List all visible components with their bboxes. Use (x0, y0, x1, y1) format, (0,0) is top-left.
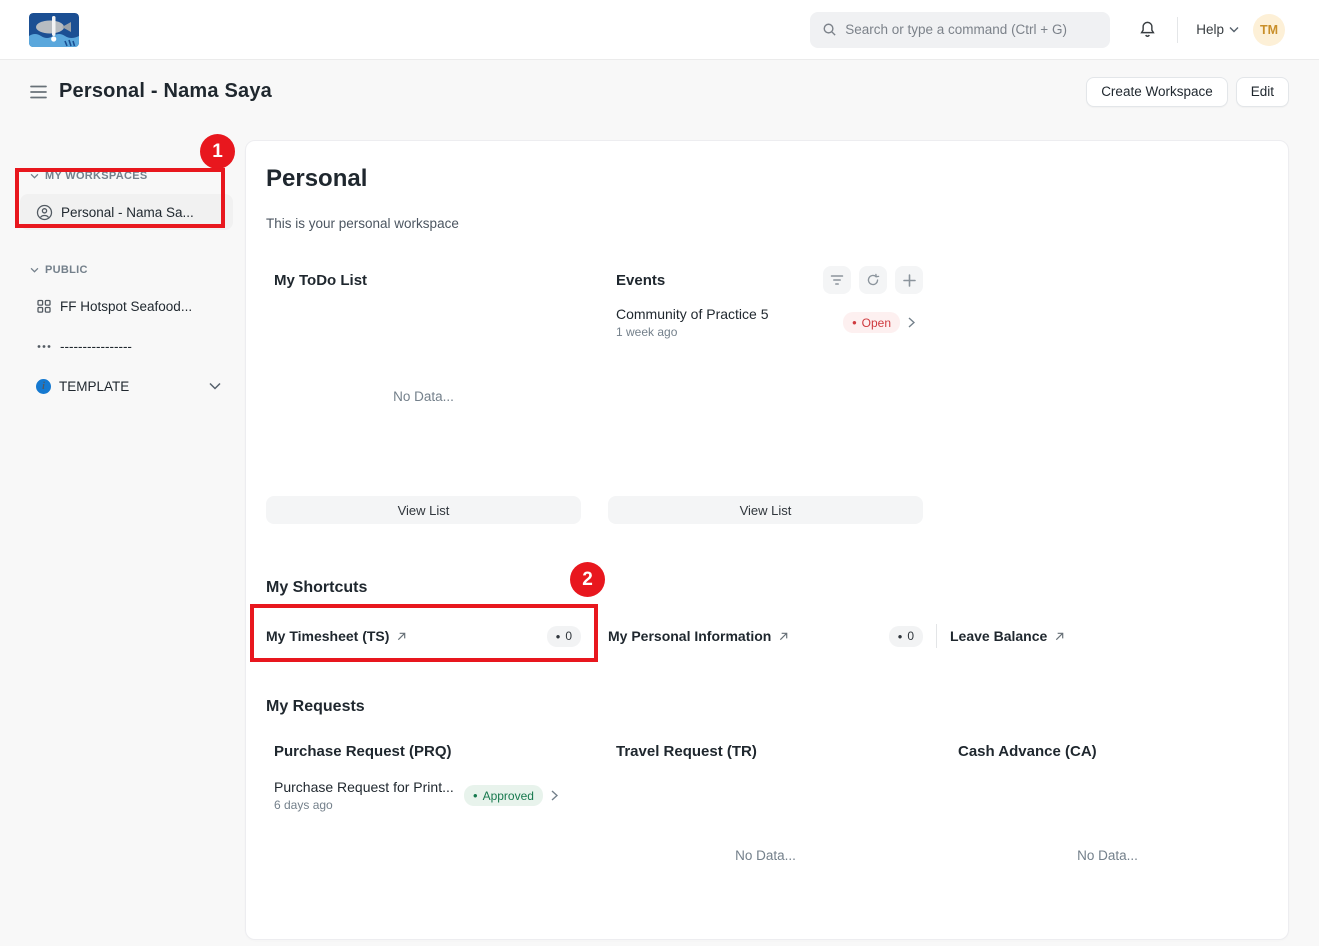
travel-request-empty-text: No Data... (735, 848, 796, 863)
sidebar-section-my-workspaces[interactable]: MY WORKSPACES (20, 170, 233, 182)
plus-icon[interactable] (895, 266, 923, 294)
sidebar-item-label: TEMPLATE (59, 379, 129, 394)
requests-title: My Requests (266, 698, 1268, 716)
chevron-right-icon[interactable] (908, 317, 915, 328)
arrow-up-right-icon (396, 631, 407, 642)
shortcuts-section: My Shortcuts My Timesheet (TS) 0 My Pers… (266, 579, 1268, 651)
status-badge-open: Open (843, 312, 900, 333)
shortcut-divider (594, 624, 595, 648)
todo-card-title: My ToDo List (274, 272, 367, 289)
refresh-icon[interactable] (859, 266, 887, 294)
workspace-main: Personal This is your personal workspace… (245, 140, 1289, 940)
cash-advance-empty-text: No Data... (1077, 848, 1138, 863)
events-view-list-button[interactable]: View List (608, 496, 923, 524)
requests-section: My Requests Purchase Request (PRQ) Purch… (266, 698, 1268, 910)
chevron-down-icon (30, 267, 39, 273)
cash-advance-card: Cash Advance (CA) No Data... (950, 743, 1265, 910)
shortcut-my-timesheet[interactable]: My Timesheet (TS) 0 (266, 621, 581, 651)
chevron-right-icon[interactable] (551, 790, 558, 801)
event-title: Community of Practice 5 (616, 306, 843, 322)
user-circle-icon (36, 204, 53, 221)
search-input[interactable] (845, 22, 1098, 37)
info-icon: i (36, 379, 51, 394)
page-title: Personal - Nama Saya (59, 80, 272, 103)
todo-view-list-button[interactable]: View List (266, 496, 581, 524)
count-badge: 0 (889, 626, 923, 647)
navbar: Help TM (0, 0, 1319, 60)
search-icon (822, 22, 837, 37)
event-list-item[interactable]: Community of Practice 5 1 week ago Open (616, 306, 915, 339)
shortcut-divider (936, 624, 937, 648)
todo-card: My ToDo List No Data... View List (266, 264, 581, 524)
app-logo-icon[interactable] (29, 13, 79, 47)
sidebar-toggle-icon[interactable] (30, 85, 47, 99)
cash-advance-card-title: Cash Advance (CA) (950, 743, 1265, 760)
filter-icon[interactable] (823, 266, 851, 294)
shortcuts-title: My Shortcuts (266, 579, 1268, 597)
navbar-divider (1177, 17, 1178, 43)
purchase-request-card-title: Purchase Request (PRQ) (266, 743, 581, 760)
events-card-title: Events (616, 272, 665, 289)
help-menu[interactable]: Help (1196, 22, 1239, 37)
notification-bell-icon[interactable] (1138, 20, 1157, 39)
chevron-down-icon (1229, 26, 1239, 33)
ellipsis-icon (36, 338, 52, 354)
user-avatar[interactable]: TM (1253, 14, 1285, 46)
status-badge-approved: Approved (464, 785, 543, 806)
request-timestamp: 6 days ago (274, 798, 464, 812)
edit-button[interactable]: Edit (1236, 77, 1289, 107)
workspace-title: Personal (266, 165, 1268, 193)
purchase-request-list-item[interactable]: Purchase Request for Print... 6 days ago… (274, 779, 573, 812)
help-label: Help (1196, 22, 1224, 37)
sidebar-item-ff-hotspot-seafood[interactable]: FF Hotspot Seafood... (20, 288, 233, 324)
event-timestamp: 1 week ago (616, 325, 843, 339)
sidebar-item-label: ---------------- (60, 339, 132, 354)
chevron-down-icon[interactable] (209, 382, 221, 390)
empty-card-slot (950, 264, 1265, 524)
todo-empty-text: No Data... (393, 389, 454, 404)
arrow-up-right-icon (1054, 631, 1065, 642)
sidebar: MY WORKSPACES Personal - Nama Sa... (0, 140, 245, 408)
sidebar-item-label: Personal - Nama Sa... (61, 205, 194, 220)
content-area: MY WORKSPACES Personal - Nama Sa... (0, 140, 1319, 940)
sidebar-item-dashes[interactable]: ---------------- (20, 328, 233, 364)
events-card: Events (608, 264, 923, 524)
sidebar-item-template[interactable]: i TEMPLATE (20, 368, 233, 404)
request-title: Purchase Request for Print... (274, 779, 464, 795)
create-workspace-button[interactable]: Create Workspace (1086, 77, 1228, 107)
shortcut-my-personal-information[interactable]: My Personal Information 0 (608, 621, 923, 651)
sidebar-item-personal-workspace[interactable]: Personal - Nama Sa... (20, 194, 233, 230)
count-badge: 0 (547, 626, 581, 647)
chevron-down-icon (30, 173, 39, 179)
global-search[interactable] (810, 12, 1110, 48)
workspace-subtitle: This is your personal workspace (266, 216, 1268, 231)
purchase-request-card: Purchase Request (PRQ) Purchase Request … (266, 743, 581, 910)
grid-icon (36, 298, 52, 314)
sidebar-section-public[interactable]: PUBLIC (20, 264, 233, 276)
travel-request-card: Travel Request (TR) No Data... (608, 743, 923, 910)
travel-request-card-title: Travel Request (TR) (608, 743, 923, 760)
sidebar-item-label: FF Hotspot Seafood... (60, 299, 192, 314)
page-header: Personal - Nama Saya Create Workspace Ed… (0, 60, 1319, 120)
arrow-up-right-icon (778, 631, 789, 642)
shortcut-leave-balance[interactable]: Leave Balance (950, 621, 1265, 651)
